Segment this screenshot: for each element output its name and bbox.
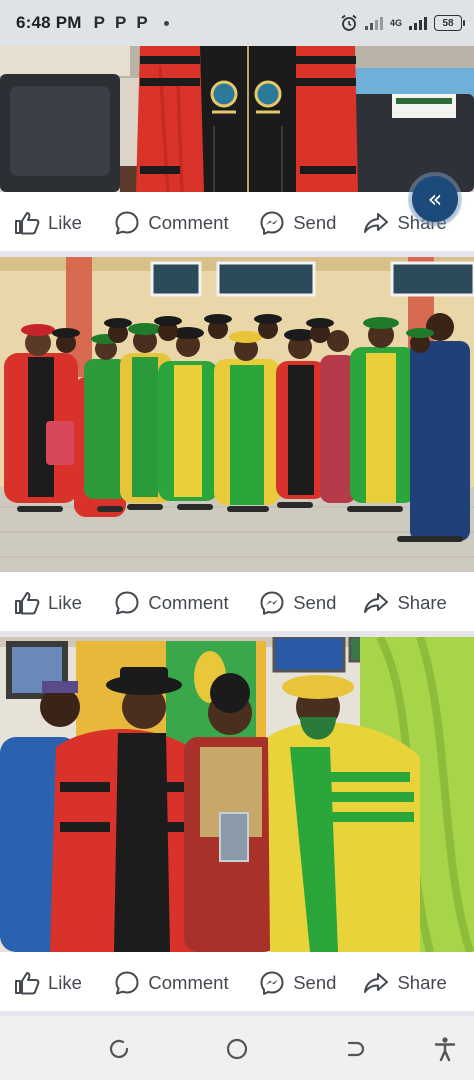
share-arrow-icon xyxy=(364,973,389,993)
post-actions-2: Like Comment Send Share xyxy=(0,572,474,634)
accessibility-button[interactable] xyxy=(432,1036,458,1062)
messenger-icon xyxy=(260,211,284,235)
like-button[interactable]: Like xyxy=(14,971,114,995)
battery-icon: 58 xyxy=(434,15,465,31)
like-button[interactable]: Like xyxy=(14,591,114,615)
home-button[interactable] xyxy=(224,1036,250,1062)
share-button[interactable]: Share xyxy=(363,971,460,995)
recent-apps-icon xyxy=(109,1039,129,1058)
thumbs-up-icon xyxy=(15,592,40,615)
notification-app-icon: P xyxy=(136,13,148,32)
like-label: Like xyxy=(48,592,82,613)
signal-4g-icon xyxy=(409,17,427,30)
alarm-icon xyxy=(341,14,357,31)
share-label: Share xyxy=(397,972,447,993)
screen: 6:48 PM P P P 4G 58 Like Comment Send Sh… xyxy=(0,0,474,1080)
academic-group-photo xyxy=(0,257,474,572)
share-arrow-icon xyxy=(364,213,389,233)
thumbs-up-icon xyxy=(15,972,40,995)
double-chevron-left-icon: « xyxy=(427,185,443,213)
comment-bubble-icon xyxy=(115,591,139,615)
notification-app-icon: P xyxy=(115,13,127,32)
post-photo-3[interactable] xyxy=(0,637,474,952)
post-actions-3: Like Comment Send Share xyxy=(0,952,474,1014)
comment-label: Comment xyxy=(148,972,229,993)
post-photo-1[interactable] xyxy=(0,46,474,192)
recent-apps-button[interactable] xyxy=(106,1036,132,1062)
back-button[interactable] xyxy=(342,1036,368,1062)
comment-bubble-icon xyxy=(115,971,139,995)
network-type-label: 4G xyxy=(389,18,402,28)
home-icon xyxy=(226,1038,248,1060)
post-photo-2[interactable] xyxy=(0,257,474,572)
award-presentation-photo xyxy=(0,637,474,952)
comment-button[interactable]: Comment xyxy=(114,210,259,236)
comment-button[interactable]: Comment xyxy=(114,590,259,616)
graduation-gown-closeup-photo xyxy=(0,46,474,192)
signal-icon xyxy=(364,17,383,30)
share-arrow-icon xyxy=(364,593,389,613)
thumbs-up-icon xyxy=(15,212,40,235)
comment-bubble-icon xyxy=(115,211,139,235)
send-label: Send xyxy=(293,592,337,613)
send-button[interactable]: Send xyxy=(259,210,363,236)
send-label: Send xyxy=(293,212,337,233)
more-notifications-icon xyxy=(163,20,169,26)
status-time: 6:48 PM xyxy=(16,13,82,32)
notification-icons: P P P xyxy=(94,13,169,33)
send-button[interactable]: Send xyxy=(259,970,363,996)
like-label: Like xyxy=(48,972,82,993)
battery-level: 58 xyxy=(442,17,454,29)
status-bar: 6:48 PM P P P 4G 58 xyxy=(0,0,474,46)
system-navigation-bar xyxy=(0,1016,474,1080)
accessibility-icon xyxy=(434,1037,456,1062)
notification-app-icon: P xyxy=(93,13,105,32)
messenger-icon xyxy=(260,971,284,995)
post-actions-1: Like Comment Send Share xyxy=(0,192,474,254)
share-label: Share xyxy=(397,592,447,613)
collapse-floating-button[interactable]: « xyxy=(412,176,458,222)
send-label: Send xyxy=(293,972,337,993)
like-button[interactable]: Like xyxy=(14,211,114,235)
messenger-icon xyxy=(260,591,284,615)
back-icon xyxy=(347,1041,365,1057)
send-button[interactable]: Send xyxy=(259,590,363,616)
like-label: Like xyxy=(48,212,82,233)
comment-label: Comment xyxy=(148,212,229,233)
comment-label: Comment xyxy=(148,592,229,613)
status-indicators: 4G 58 xyxy=(340,14,465,32)
comment-button[interactable]: Comment xyxy=(114,970,259,996)
share-button[interactable]: Share xyxy=(363,591,460,615)
